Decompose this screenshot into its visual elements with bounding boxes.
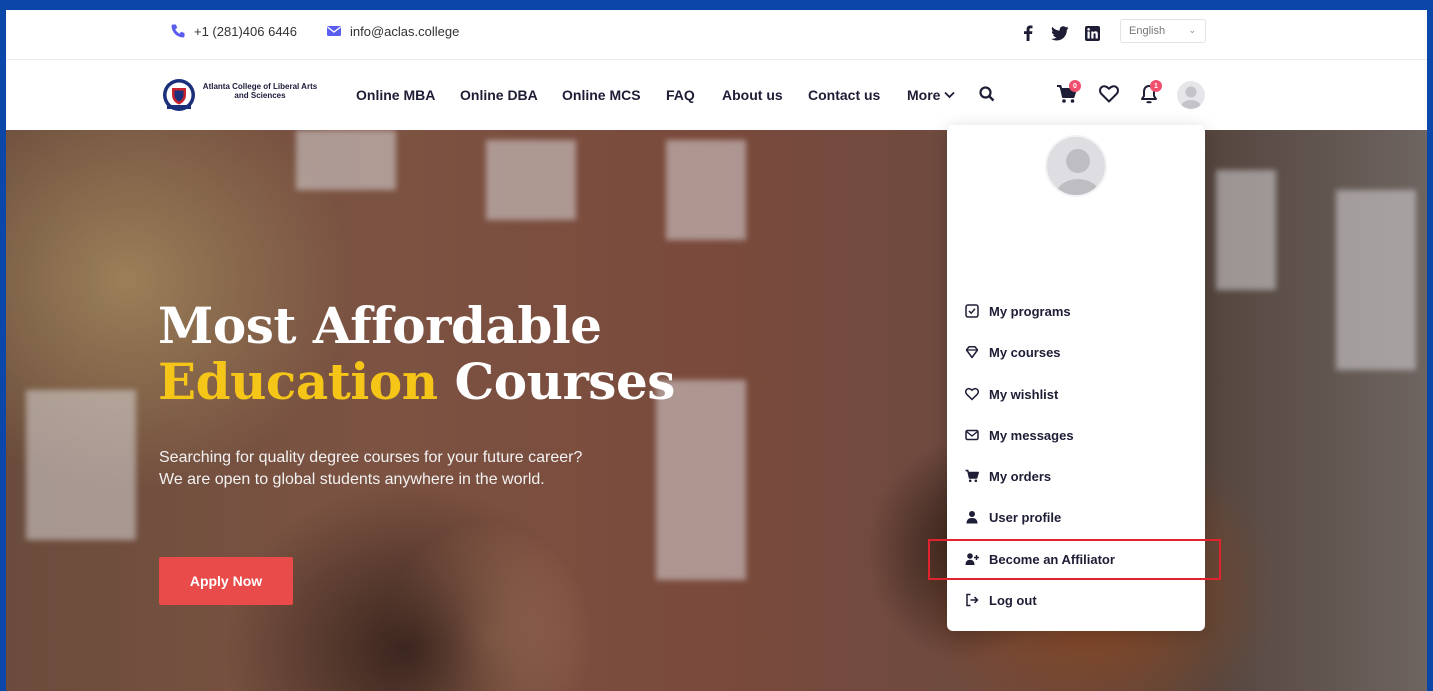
menu-item-label: My courses [989, 344, 1061, 360]
menu-item-label: User profile [989, 509, 1062, 525]
browser-frame: +1 (281)406 6446 info@aclas.college Engl… [6, 10, 1427, 691]
envelope-icon [965, 429, 979, 441]
menu-item-my-orders[interactable]: My orders [965, 465, 1051, 487]
menu-item-label: My orders [989, 468, 1052, 484]
chevron-down-icon: ⌄ [1188, 25, 1196, 35]
background-window [666, 140, 746, 240]
apply-now-button[interactable]: Apply Now [159, 557, 293, 605]
menu-item-my-messages[interactable]: My messages [965, 424, 1074, 446]
phone-icon [171, 24, 185, 38]
hero-title-highlight: Education [158, 352, 438, 411]
facebook-icon[interactable] [1018, 23, 1038, 43]
background-window [26, 390, 136, 540]
menu-item-my-programs[interactable]: My programs [965, 300, 1071, 322]
checkbox-icon [965, 304, 979, 318]
menu-item-user-profile[interactable]: User profile [965, 506, 1061, 528]
hero-title-line2: Education Courses [158, 354, 675, 410]
cart-badge: 0 [1069, 80, 1081, 92]
nav-online-mcs[interactable]: Online MCS [562, 87, 641, 103]
logout-icon [966, 593, 979, 607]
hero-title-rest: Courses [437, 352, 675, 411]
nav-about-us[interactable]: About us [722, 87, 783, 103]
nav-online-dba[interactable]: Online DBA [460, 87, 538, 103]
twitter-icon[interactable] [1050, 23, 1070, 43]
hero-description: Searching for quality degree courses for… [159, 449, 583, 488]
phone-number: +1 (281)406 6446 [194, 23, 298, 39]
wishlist-heart-icon[interactable] [1097, 82, 1121, 106]
linkedin-icon[interactable] [1082, 23, 1102, 43]
notification-bell-icon[interactable]: 1 [1137, 80, 1162, 106]
logo-text: Atlanta College of Liberal Arts and Scie… [202, 82, 318, 100]
language-value: English [1129, 25, 1166, 37]
hero-section: Most Affordable Education Courses Search… [6, 130, 1427, 691]
college-logo[interactable] [162, 78, 196, 112]
heart-icon [965, 387, 979, 401]
email-address: info@aclas.college [350, 23, 460, 39]
background-window [1336, 190, 1416, 370]
hero-title-line1: Most Affordable [158, 296, 602, 355]
menu-item-label: My programs [989, 303, 1071, 319]
phone-contact[interactable]: +1 (281)406 6446 [170, 23, 297, 39]
dropdown-avatar [1045, 135, 1107, 197]
hero-title: Most Affordable Education Courses [158, 298, 675, 410]
user-avatar[interactable] [1177, 81, 1205, 109]
menu-item-log-out[interactable]: Log out [965, 589, 1037, 611]
chevron-down-icon [944, 91, 956, 99]
menu-item-my-wishlist[interactable]: My wishlist [965, 383, 1058, 405]
menu-item-label: My wishlist [989, 386, 1059, 402]
background-window [1216, 170, 1276, 290]
nav-faq[interactable]: FAQ [666, 87, 695, 103]
user-silhouette-icon [1056, 149, 1100, 195]
user-silhouette-icon [1181, 86, 1201, 109]
user-icon [966, 511, 978, 524]
background-window [486, 140, 576, 220]
menu-item-label: My messages [989, 427, 1074, 443]
search-icon[interactable] [975, 82, 999, 106]
highlight-annotation-box [928, 539, 1221, 580]
top-bar: +1 (281)406 6446 info@aclas.college Engl… [6, 10, 1427, 60]
gem-icon [965, 346, 979, 359]
nav-more-menu[interactable]: More [907, 87, 956, 103]
notification-badge: 1 [1150, 80, 1162, 92]
menu-item-label: Log out [989, 592, 1037, 608]
language-select[interactable]: English ⌄ [1120, 19, 1206, 43]
cart-icon [965, 469, 979, 483]
nav-online-mba[interactable]: Online MBA [356, 87, 435, 103]
nav-more-label: More [907, 87, 941, 103]
menu-item-my-courses[interactable]: My courses [965, 341, 1061, 363]
envelope-icon [327, 26, 341, 36]
email-contact[interactable]: info@aclas.college [326, 23, 459, 39]
background-window [296, 130, 396, 190]
nav-contact-us[interactable]: Contact us [808, 87, 880, 103]
main-nav: Atlanta College of Liberal Arts and Scie… [6, 60, 1427, 130]
cart-icon[interactable]: 0 [1055, 80, 1081, 106]
